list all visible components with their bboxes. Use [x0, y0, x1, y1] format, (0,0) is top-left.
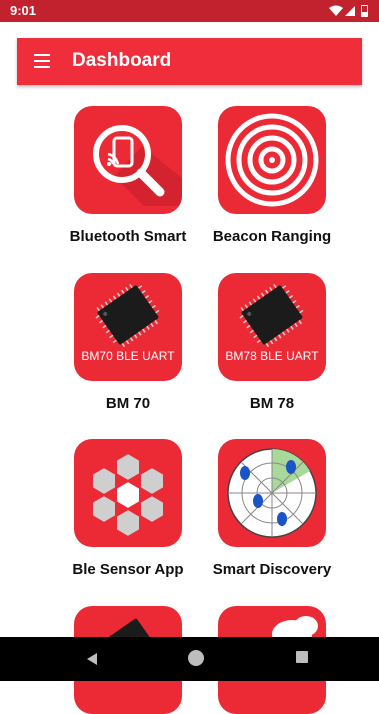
chip-icon[interactable]: BM78 BLE UART	[218, 273, 326, 381]
signal-icon	[345, 6, 355, 16]
status-time: 9:01	[10, 3, 37, 18]
status-bar: 9:01	[0, 0, 379, 22]
tile-label: BM 78	[249, 395, 295, 412]
tile-bm70[interactable]: BM70 BLE UART BM 70	[48, 273, 208, 418]
beacon-ranging-rings-icon[interactable]	[218, 106, 326, 214]
wifi-icon	[329, 5, 343, 16]
hexagon-sensor-icon[interactable]	[74, 439, 182, 547]
tile-ble-sensor-app[interactable]: Ble Sensor App	[48, 439, 208, 584]
bluetooth-smart-search-icon[interactable]	[74, 106, 182, 214]
page-title: Dashboard	[72, 50, 172, 71]
back-icon[interactable]	[86, 652, 98, 666]
app-toolbar: Dashboard	[17, 38, 362, 85]
chip-icon[interactable]: BM70 BLE UART	[74, 273, 182, 381]
hamburger-menu-icon[interactable]	[34, 54, 50, 68]
tile-label: Smart Discovery	[212, 561, 332, 578]
recents-icon[interactable]	[296, 651, 308, 663]
tile-beacon-ranging[interactable]: Beacon Ranging	[192, 106, 352, 251]
tile-label: BM 70	[105, 395, 151, 412]
tile-label: Bluetooth Smart	[69, 228, 187, 245]
tile-bm78[interactable]: BM78 BLE UART BM 78	[192, 273, 352, 418]
home-icon[interactable]	[188, 650, 204, 666]
tile-smart-discovery[interactable]: Smart Discovery	[192, 439, 352, 584]
radar-discovery-icon[interactable]	[218, 439, 326, 547]
tile-label: Ble Sensor App	[72, 561, 184, 578]
tile-label: Beacon Ranging	[212, 228, 332, 245]
navigation-bar	[0, 637, 379, 681]
status-icons	[329, 5, 368, 17]
chip-caption: BM78 BLE UART	[225, 349, 319, 363]
tile-bluetooth-smart[interactable]: Bluetooth Smart	[48, 106, 208, 251]
chip-caption: BM70 BLE UART	[81, 349, 175, 363]
